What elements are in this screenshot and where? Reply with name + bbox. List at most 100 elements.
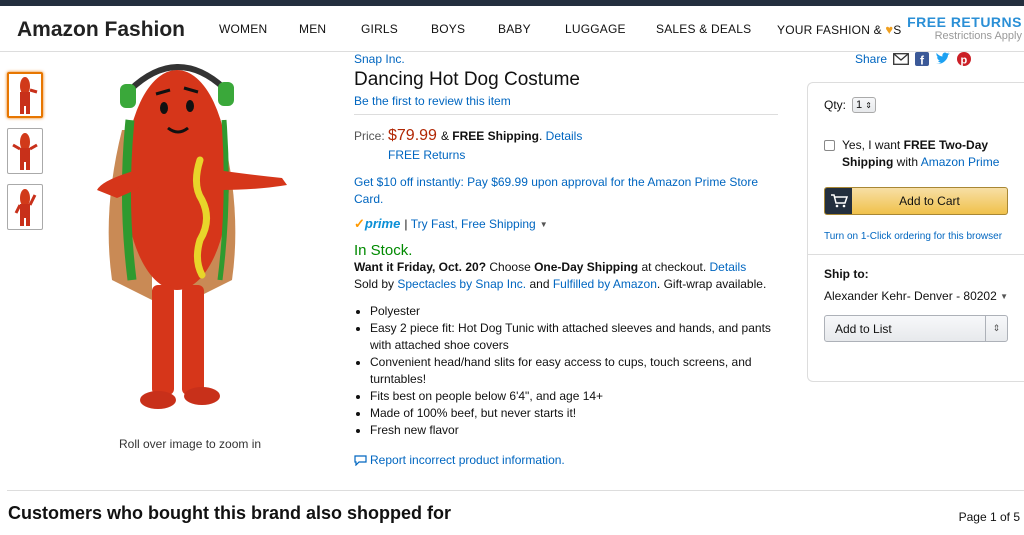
- prime-logo-text: prime: [364, 216, 401, 231]
- ship-to-select[interactable]: Alexander Kehr- Denver - 80202 ▼: [824, 289, 1008, 303]
- shipping-details-link[interactable]: Details: [546, 129, 583, 143]
- ship-to-label: Ship to:: [824, 267, 869, 281]
- two-day-shipping-option: Yes, I want FREE Two-Day Shipping with A…: [824, 137, 1008, 171]
- promo-title: FREE RETURNS: [907, 14, 1022, 30]
- thumbnail-3[interactable]: [7, 184, 43, 230]
- prime-logo: ✓prime: [354, 216, 400, 232]
- feature-bullet: Polyester: [370, 303, 784, 320]
- caret-down-icon: ▼: [1000, 292, 1008, 301]
- two-day-prefix: Yes, I want: [842, 138, 901, 152]
- thumbnail-2[interactable]: [7, 128, 43, 174]
- sold-by-label: Sold by: [354, 277, 395, 291]
- cart-icon: [825, 188, 852, 214]
- delivery-date: Want it Friday, Oct. 20?: [354, 260, 487, 274]
- pinterest-icon[interactable]: p: [957, 52, 972, 67]
- add-to-list-button[interactable]: Add to List ⇕: [824, 315, 1008, 342]
- delivery-option: One-Day Shipping: [534, 260, 639, 274]
- qty-value: 1: [856, 99, 863, 111]
- facebook-icon[interactable]: f: [915, 52, 930, 66]
- feature-bullets: Polyester Easy 2 piece fit: Hot Dog Tuni…: [354, 303, 784, 439]
- price-value: $79.99: [388, 127, 437, 144]
- two-day-with: with: [896, 155, 919, 169]
- twitter-icon[interactable]: [935, 52, 951, 66]
- svg-text:p: p: [961, 55, 968, 67]
- feature-bullet: Easy 2 piece fit: Hot Dog Tunic with att…: [370, 320, 784, 354]
- prime-separator: |: [404, 217, 408, 231]
- stock-status: In Stock.: [354, 242, 413, 259]
- feature-bullet: Made of 100% beef, but never starts it!: [370, 405, 784, 422]
- zoom-hint: Roll over image to zoom in: [119, 437, 262, 451]
- seller-info: Sold by Spectacles by Snap Inc. and Fulf…: [354, 276, 784, 293]
- shipping-suffix: .: [538, 129, 543, 143]
- hotdog-thumbnail-image: [14, 189, 37, 226]
- price-row: Price: $79.99 & FREE Shipping. Details: [354, 127, 784, 145]
- your-fashion-suffix: S: [893, 23, 902, 37]
- nav-boys[interactable]: BOYS: [431, 22, 465, 36]
- delivery-end: at checkout.: [641, 260, 707, 274]
- feature-bullet: Convenient head/hand slits for easy acce…: [370, 354, 784, 388]
- nav-women[interactable]: WOMEN: [219, 22, 267, 36]
- nav-baby[interactable]: BABY: [498, 22, 531, 36]
- seller-link[interactable]: Spectacles by Snap Inc.: [397, 277, 526, 291]
- product-title: Dancing Hot Dog Costume: [354, 69, 580, 90]
- review-link[interactable]: Be the first to review this item: [354, 94, 511, 108]
- add-to-cart-button[interactable]: Add to Cart: [824, 187, 1008, 215]
- comment-icon: [354, 454, 367, 466]
- feature-bullet: Fits best on people below 6'4", and age …: [370, 388, 784, 405]
- free-shipping-label: FREE Shipping: [452, 129, 539, 143]
- divider: [354, 114, 778, 115]
- delivery-choose: Choose: [489, 260, 531, 274]
- product-info: Snap Inc. Dancing Hot Dog Costume Be the…: [354, 52, 784, 467]
- add-to-cart-label: Add to Cart: [899, 194, 960, 208]
- one-click-link[interactable]: Turn on 1-Click ordering for this browse…: [824, 231, 1002, 242]
- nav-girls[interactable]: GIRLS: [361, 22, 398, 36]
- caret-down-icon[interactable]: ▼: [540, 220, 548, 229]
- amazon-prime-link[interactable]: Amazon Prime: [921, 155, 1000, 169]
- thumbnail-1[interactable]: [7, 72, 43, 118]
- email-icon[interactable]: [893, 53, 909, 65]
- thumbnail-strip: [7, 72, 43, 240]
- delivery-info: Want it Friday, Oct. 20? Choose One-Day …: [354, 259, 784, 276]
- section-divider: [7, 490, 1024, 491]
- nav-sales-deals[interactable]: SALES & DEALS: [656, 22, 751, 36]
- product-main-image[interactable]: [82, 50, 302, 420]
- fulfilled-by-link[interactable]: Fulfilled by Amazon: [553, 277, 657, 291]
- nav-men[interactable]: MEN: [299, 22, 326, 36]
- check-icon: ✓: [354, 216, 365, 231]
- free-returns-link[interactable]: FREE Returns: [388, 148, 465, 162]
- section-title: Customers who bought this brand also sho…: [8, 503, 452, 523]
- prime-shipping-link[interactable]: Try Fast, Free Shipping: [411, 217, 536, 231]
- updown-icon[interactable]: ⇕: [985, 316, 1007, 341]
- feature-bullet: Fresh new flavor: [370, 422, 784, 439]
- add-to-list-label: Add to List: [835, 321, 892, 336]
- qty-label: Qty:: [824, 98, 847, 112]
- quantity-row: Qty: 1 ⇕: [824, 97, 1008, 113]
- prime-row[interactable]: ✓prime | Try Fast, Free Shipping ▼: [354, 216, 784, 232]
- prime-card-promo-link[interactable]: Get $10 off instantly: Pay $69.99 upon a…: [354, 175, 758, 206]
- nav-your-fashion[interactable]: YOUR FASHION & ♥S: [777, 22, 902, 37]
- fashion-nav: Amazon Fashion WOMEN MEN GIRLS BOYS BABY…: [0, 6, 1024, 52]
- promo-subtitle: Restrictions Apply: [934, 30, 1022, 42]
- ship-to-value: Alexander Kehr- Denver - 80202: [824, 289, 997, 303]
- free-returns-promo[interactable]: FREE RETURNS Restrictions Apply: [907, 14, 1022, 42]
- gift-wrap-text: . Gift-wrap available.: [656, 277, 767, 291]
- hotdog-thumbnail-image: [12, 133, 38, 170]
- nav-luggage[interactable]: LUGGAGE: [565, 22, 626, 36]
- delivery-details-link[interactable]: Details: [710, 260, 747, 274]
- share-label[interactable]: Share: [855, 52, 887, 66]
- share-bar: Share f p: [855, 52, 972, 67]
- your-fashion-label: YOUR FASHION &: [777, 23, 882, 37]
- quantity-select[interactable]: 1 ⇕: [852, 97, 876, 113]
- buy-box: Qty: 1 ⇕ Yes, I want FREE Two-Day Shippi…: [807, 82, 1024, 382]
- two-day-checkbox[interactable]: [824, 140, 835, 151]
- sold-by-and: and: [529, 277, 550, 291]
- two-day-text: Yes, I want FREE Two-Day Shipping with A…: [842, 137, 1008, 171]
- brand-link[interactable]: Snap Inc.: [354, 52, 405, 66]
- report-link[interactable]: Report incorrect product information.: [370, 453, 565, 467]
- report-row[interactable]: Report incorrect product information.: [354, 453, 784, 467]
- hotdog-thumbnail-image: [20, 77, 38, 114]
- brand-logo[interactable]: Amazon Fashion: [17, 18, 185, 42]
- updown-icon: ⇕: [865, 101, 872, 110]
- price-label: Price:: [354, 129, 385, 143]
- divider: [808, 254, 1024, 255]
